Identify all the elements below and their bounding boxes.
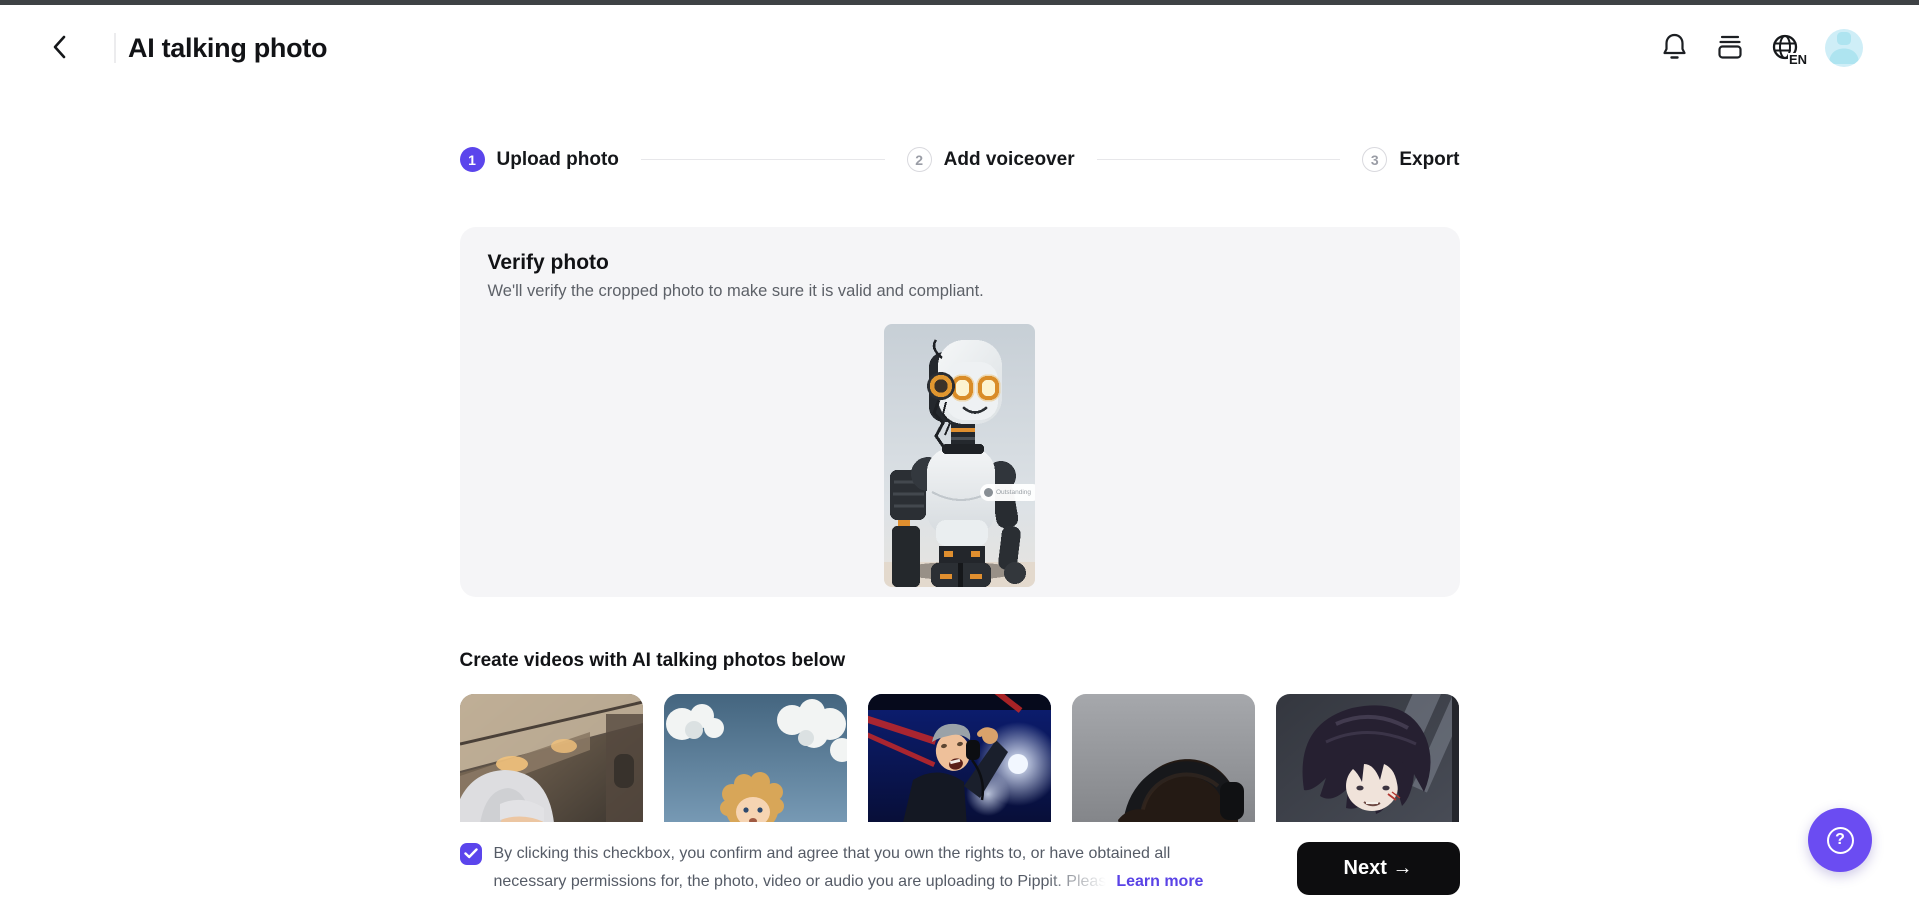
agreement-group: By clicking this checkbox, you confirm a…	[460, 840, 1204, 896]
header: AI talking photo EN	[0, 5, 1919, 91]
stepper-connector	[1097, 159, 1341, 160]
step-1-label: Upload photo	[497, 149, 619, 171]
chevron-left-icon	[50, 35, 70, 62]
page-title: AI talking photo	[128, 33, 327, 64]
step-export: 3 Export	[1362, 147, 1459, 172]
card-stack-icon	[1716, 33, 1744, 64]
agreement-text: By clicking this checkbox, you confirm a…	[494, 840, 1204, 896]
stepper: 1 Upload photo 2 Add voiceover 3 Export	[460, 147, 1460, 172]
learn-more-link[interactable]: Learn more	[1116, 868, 1203, 896]
notifications-button[interactable]	[1657, 31, 1691, 65]
step-3-label: Export	[1399, 149, 1459, 171]
footer-bar: By clicking this checkbox, you confirm a…	[0, 822, 1919, 914]
step-2-circle: 2	[907, 147, 932, 172]
avatar-silhouette-icon	[1825, 29, 1863, 67]
robot-photo	[884, 324, 1035, 587]
language-label: EN	[1788, 53, 1807, 66]
language-button[interactable]: EN	[1769, 31, 1803, 65]
verify-photo-card: Verify photo We'll verify the cropped ph…	[460, 227, 1460, 597]
agreement-line-1: By clicking this checkbox, you confirm a…	[494, 840, 1204, 868]
main-content: 1 Upload photo 2 Add voiceover 3 Export …	[460, 147, 1460, 844]
watermark-text: Outstanding	[996, 489, 1031, 496]
back-button[interactable]	[44, 32, 76, 64]
avatar[interactable]	[1825, 29, 1863, 67]
bell-icon	[1661, 32, 1688, 64]
next-button[interactable]: Next →	[1297, 842, 1460, 895]
card-stack-button[interactable]	[1713, 31, 1747, 65]
help-button[interactable]: ?	[1808, 808, 1872, 872]
step-add-voiceover: 2 Add voiceover	[907, 147, 1075, 172]
header-actions: EN	[1657, 29, 1863, 67]
step-1-circle: 1	[460, 147, 485, 172]
step-upload-photo: 1 Upload photo	[460, 147, 619, 172]
gallery-heading: Create videos with AI talking photos bel…	[460, 650, 1460, 672]
verify-card-subtitle: We'll verify the cropped photo to make s…	[488, 282, 1432, 301]
check-icon	[464, 847, 478, 862]
photo-watermark: Outstanding	[980, 484, 1035, 501]
verify-card-title: Verify photo	[488, 251, 1432, 275]
step-2-label: Add voiceover	[944, 149, 1075, 171]
header-divider	[114, 33, 116, 63]
question-mark-icon: ?	[1827, 827, 1854, 854]
agreement-line-2: necessary permissions for, the photo, vi…	[494, 868, 1107, 896]
step-3-circle: 3	[1362, 147, 1387, 172]
cropped-photo-preview: Outstanding	[884, 324, 1035, 587]
stepper-connector	[641, 159, 885, 160]
agreement-checkbox[interactable]	[460, 843, 482, 865]
watermark-dot-icon	[984, 488, 993, 497]
